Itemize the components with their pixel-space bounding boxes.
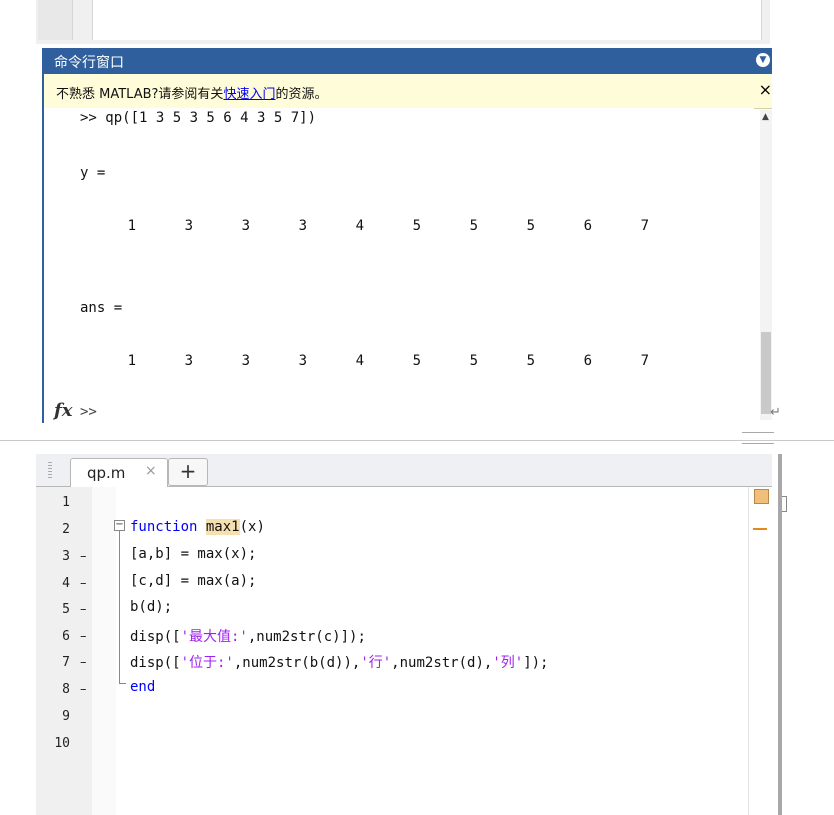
code-text: disp([	[130, 629, 181, 645]
code-line-2: function max1(x)	[130, 519, 265, 535]
previous-panel-gutter	[38, 0, 73, 40]
line-number: 7	[62, 655, 70, 670]
breakpoint-marker[interactable]: –	[80, 576, 87, 591]
output-row-ans: 1 3 3 3 4 5 5 5 6 7	[44, 353, 744, 371]
value-cell: 3	[241, 353, 250, 369]
command-window-title: 命令行窗口	[54, 55, 124, 71]
code-editor-area[interactable]	[116, 487, 748, 815]
value-cell: 3	[298, 218, 307, 234]
command-input-line: >> qp([1 3 5 3 5 6 4 3 5 7])	[80, 110, 317, 126]
close-tab-icon[interactable]: ×	[145, 463, 157, 479]
notice-text: 不熟悉 MATLAB?请参阅有关快速入门的资源。	[56, 83, 327, 102]
code-analyzer-bar	[748, 487, 773, 815]
command-prompt[interactable]: >>	[80, 404, 97, 420]
quick-start-link[interactable]: 快速入门	[223, 87, 275, 102]
new-tab-button[interactable]: +	[168, 458, 208, 486]
editor-tab-strip: qp.m × +	[36, 454, 772, 487]
value-cell: 6	[583, 218, 592, 234]
tab-qp-m[interactable]: qp.m ×	[70, 458, 168, 487]
previous-panel-content	[92, 0, 762, 40]
code-line-5: b(d);	[130, 599, 173, 615]
value-cell: 3	[184, 353, 193, 369]
notice-close-icon[interactable]: ×	[759, 80, 772, 99]
line-number: 5	[62, 602, 70, 617]
breakpoint-marker[interactable]: –	[80, 602, 87, 617]
code-text: ,num2str(d),	[391, 655, 493, 671]
value-cell: 5	[526, 218, 535, 234]
line-number: 3	[62, 549, 70, 564]
value-cell: 3	[298, 353, 307, 369]
output-variable-y: y =	[80, 165, 106, 181]
value-cell: 5	[412, 353, 421, 369]
command-window-scrollbar[interactable]: ▲	[760, 110, 772, 420]
drag-grip-icon[interactable]	[48, 462, 52, 480]
code-text: ]);	[523, 655, 549, 671]
value-cell: 6	[583, 353, 592, 369]
analyzer-warning-marker[interactable]	[753, 528, 767, 530]
scrollbar-thumb[interactable]	[761, 332, 771, 414]
value-cell: 5	[469, 353, 478, 369]
getting-started-notice: 不熟悉 MATLAB?请参阅有关快速入门的资源。 ×	[44, 74, 772, 109]
command-output[interactable]: >> qp([1 3 5 3 5 6 4 3 5 7]) y = 1 3 3 3…	[44, 108, 754, 423]
line-number-gutter[interactable]: 1 2 3 4 5 6 7 8 9 10 – – – – – –	[38, 487, 92, 815]
breakpoint-marker[interactable]: –	[80, 629, 87, 644]
value-cell: 7	[640, 218, 649, 234]
value-cell: 7	[640, 353, 649, 369]
value-cell: 5	[412, 218, 421, 234]
string-literal: '行'	[360, 655, 392, 671]
fold-toggle-icon[interactable]: −	[114, 520, 125, 531]
function-browser-icon[interactable]: fx	[54, 400, 72, 421]
value-cell: 3	[241, 218, 250, 234]
string-literal: '位于:'	[180, 655, 234, 671]
code-line-4: [c,d] = max(a);	[130, 573, 257, 589]
analyzer-status-icon[interactable]	[754, 489, 769, 504]
code-folding-gutter	[92, 487, 116, 815]
line-number: 6	[62, 629, 70, 644]
output-variable-ans: ans =	[80, 300, 123, 316]
tab-label: qp.m	[87, 464, 126, 482]
editor-panel: qp.m × + 1 2 3 4 5 6 7 8 9 10 – – – – – …	[36, 454, 773, 815]
line-number: 9	[62, 709, 70, 724]
notice-suffix: 的资源。	[275, 87, 328, 102]
value-cell: 1	[127, 218, 136, 234]
notice-prefix: 不熟悉 MATLAB?请参阅有关	[56, 87, 224, 102]
code-text: disp([	[130, 655, 181, 671]
value-cell: 4	[355, 218, 364, 234]
split-handle-icon[interactable]	[742, 432, 774, 444]
line-number: 4	[62, 576, 70, 591]
return-arrow-icon: ↵	[770, 405, 781, 420]
code-text: ,num2str(c)]);	[247, 629, 366, 645]
line-number: 2	[62, 522, 70, 537]
string-literal: '最大值:'	[180, 629, 248, 645]
panel-edge-tab	[782, 496, 787, 512]
output-row-y: 1 3 3 3 4 5 5 5 6 7	[44, 218, 744, 236]
value-cell: 1	[127, 353, 136, 369]
code-line-7: disp(['位于:',num2str(b(d)),'行',num2str(d)…	[130, 652, 548, 672]
scroll-up-icon[interactable]: ▲	[762, 112, 769, 122]
fold-range-end	[119, 683, 126, 684]
command-window: 命令行窗口 ▼ 不熟悉 MATLAB?请参阅有关快速入门的资源。 × >> qp…	[42, 48, 772, 423]
function-name: max1	[205, 519, 240, 535]
breakpoint-marker[interactable]: –	[80, 655, 87, 670]
panel-divider[interactable]	[0, 440, 834, 441]
value-cell: 5	[469, 218, 478, 234]
fold-range-line	[119, 531, 120, 683]
code-line-6: disp(['最大值:',num2str(c)]);	[130, 626, 366, 646]
code-line-3: [a,b] = max(x);	[130, 546, 257, 562]
code-line-8: end	[130, 679, 156, 695]
keyword: function	[130, 519, 198, 535]
string-literal: '列'	[492, 655, 524, 671]
code-text: ,num2str(b(d)),	[233, 655, 361, 671]
line-number: 8	[62, 682, 70, 697]
line-number: 1	[62, 495, 70, 510]
breakpoint-marker[interactable]: –	[80, 549, 87, 564]
panel-actions-icon[interactable]: ▼	[756, 53, 770, 67]
command-window-titlebar: 命令行窗口 ▼	[44, 48, 772, 74]
value-cell: 5	[526, 353, 535, 369]
value-cell: 4	[355, 353, 364, 369]
code-text: (x)	[239, 519, 265, 535]
value-cell: 3	[184, 218, 193, 234]
breakpoint-marker[interactable]: –	[80, 682, 87, 697]
line-number: 10	[54, 736, 70, 751]
